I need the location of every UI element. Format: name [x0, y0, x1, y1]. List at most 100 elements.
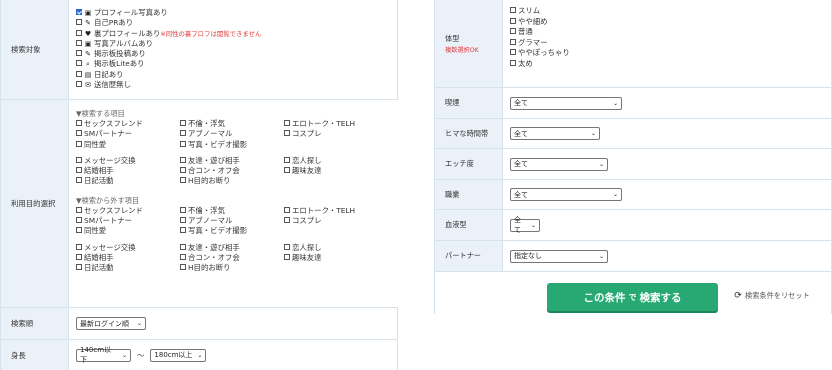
checkbox[interactable]	[510, 7, 516, 13]
purpose-option[interactable]: コスプレ	[284, 129, 404, 139]
checkbox[interactable]	[180, 120, 186, 126]
checkbox[interactable]	[76, 81, 82, 88]
purpose-option[interactable]: 同性愛	[76, 226, 180, 236]
body-type-option[interactable]: スリム	[510, 6, 824, 17]
height-min-select[interactable]: 140cm以下 ⌄	[76, 346, 131, 364]
checkbox[interactable]	[76, 140, 82, 147]
purpose-option[interactable]: H目的お断り	[180, 263, 284, 273]
body-type-option[interactable]: ややぽっちゃり	[510, 48, 824, 59]
checkbox[interactable]	[76, 39, 82, 46]
target-option[interactable]: ✎ 自己PRあり	[76, 18, 390, 28]
checkbox[interactable]	[180, 130, 186, 137]
target-option[interactable]: ✉ 送信歴無し	[76, 80, 390, 90]
checkbox[interactable]	[76, 120, 82, 126]
purpose-option[interactable]: 合コン・オフ会	[180, 166, 284, 176]
body-type-option[interactable]: グラマー	[510, 38, 824, 49]
checkbox[interactable]	[180, 140, 186, 147]
checkbox[interactable]	[180, 243, 186, 250]
checkbox[interactable]	[284, 167, 290, 174]
checkbox[interactable]	[510, 28, 516, 35]
checkbox[interactable]	[284, 206, 290, 213]
purpose-option[interactable]: 同性愛	[76, 140, 180, 150]
purpose-option[interactable]: セックスフレンド	[76, 119, 180, 129]
checkbox[interactable]	[284, 156, 290, 163]
checkbox[interactable]	[284, 253, 290, 260]
checkbox[interactable]	[510, 38, 516, 45]
target-option[interactable]: ✎ 掲示板投稿あり	[76, 49, 390, 59]
checkbox[interactable]	[76, 243, 82, 250]
checkbox[interactable]	[76, 29, 82, 36]
purpose-option[interactable]: 趣味友達	[284, 253, 404, 263]
order-select[interactable]: 最新ログイン順 ⌄	[76, 317, 146, 330]
checkbox[interactable]	[76, 217, 82, 224]
purpose-option[interactable]: SMパートナー	[76, 129, 180, 139]
checkbox[interactable]	[76, 156, 82, 163]
purpose-option[interactable]: エロトーク・TELH	[284, 206, 404, 216]
checkbox[interactable]	[180, 206, 186, 213]
checkbox[interactable]	[284, 243, 290, 250]
checkbox[interactable]	[180, 156, 186, 163]
body-type-option[interactable]: やや細め	[510, 17, 824, 28]
purpose-option[interactable]: メッセージ交換	[76, 243, 180, 253]
checkbox[interactable]	[284, 120, 290, 126]
purpose-option[interactable]: 結婚相手	[76, 253, 180, 263]
purpose-option[interactable]: 恋人探し	[284, 156, 404, 166]
checkbox[interactable]	[510, 59, 516, 66]
body-type-option[interactable]: 太め	[510, 59, 824, 70]
target-option[interactable]: ▣ 写真アルバムあり	[76, 39, 390, 49]
purpose-option[interactable]: 不倫・浮気	[180, 119, 284, 129]
purpose-option[interactable]: メッセージ交換	[76, 156, 180, 166]
job-select[interactable]: 全て ⌄	[510, 188, 622, 201]
purpose-option[interactable]: 友達・遊び相手	[180, 156, 284, 166]
smoking-select[interactable]: 全て ⌄	[510, 96, 622, 110]
checkbox[interactable]	[284, 130, 290, 137]
body-type-option[interactable]: 普通	[510, 27, 824, 38]
purpose-option[interactable]: コスプレ	[284, 216, 404, 226]
checkbox[interactable]	[180, 217, 186, 224]
checkbox[interactable]	[180, 253, 186, 260]
checkbox[interactable]	[76, 227, 82, 234]
partner-select[interactable]: 指定なし ⌄	[510, 249, 608, 263]
checkbox[interactable]	[180, 177, 186, 184]
purpose-option[interactable]: 写真・ビデオ撮影	[180, 140, 284, 150]
checkbox[interactable]	[76, 206, 82, 213]
purpose-option[interactable]: アブノーマル	[180, 129, 284, 139]
purpose-option[interactable]: 友達・遊び相手	[180, 243, 284, 253]
checkbox[interactable]	[76, 253, 82, 260]
search-submit-button[interactable]: この条件 で 検索する	[547, 283, 718, 311]
purpose-option[interactable]: アブノーマル	[180, 216, 284, 226]
purpose-option[interactable]: 恋人探し	[284, 243, 404, 253]
checkbox[interactable]	[76, 130, 82, 137]
purpose-option[interactable]: SMパートナー	[76, 216, 180, 226]
purpose-option[interactable]: 不倫・浮気	[180, 206, 284, 216]
purpose-option[interactable]: 日記活動	[76, 263, 180, 273]
checkbox[interactable]	[76, 167, 82, 174]
checkbox[interactable]	[180, 167, 186, 174]
checkbox[interactable]	[76, 177, 82, 184]
checkbox[interactable]	[510, 49, 516, 56]
purpose-option[interactable]: 趣味友達	[284, 166, 404, 176]
target-option[interactable]: ▤ 日記あり	[76, 70, 390, 80]
height-max-select[interactable]: 180cm以上 ⌄	[150, 348, 207, 362]
checkbox[interactable]	[76, 19, 82, 26]
target-option[interactable]: ▣ プロフィール写真あり	[76, 8, 390, 18]
checkbox[interactable]	[510, 17, 516, 24]
target-option[interactable]: ♥ 裏プロフィールあり※同性の裏プロフは閲覧できません	[76, 29, 390, 39]
reset-conditions-link[interactable]: ⟳ 検索条件をリセット	[734, 291, 809, 301]
purpose-option[interactable]: 写真・ビデオ撮影	[180, 226, 284, 236]
purpose-option[interactable]: セックスフレンド	[76, 206, 180, 216]
purpose-option[interactable]: H目的お断り	[180, 176, 284, 186]
purpose-option[interactable]: 日記活動	[76, 176, 180, 186]
checkbox[interactable]	[180, 264, 186, 271]
ecchi-select[interactable]: 全て ⌄	[510, 157, 608, 171]
blood-select[interactable]: 全て ⌄	[510, 216, 540, 234]
checkbox[interactable]	[76, 264, 82, 271]
checkbox[interactable]	[76, 9, 82, 15]
purpose-option[interactable]: 合コン・オフ会	[180, 253, 284, 263]
purpose-option[interactable]: 結婚相手	[76, 166, 180, 176]
checkbox[interactable]	[284, 217, 290, 224]
checkbox[interactable]	[76, 50, 82, 57]
free-time-select[interactable]: 全て ⌄	[510, 127, 600, 140]
checkbox[interactable]	[76, 60, 82, 67]
checkbox[interactable]	[76, 70, 82, 77]
